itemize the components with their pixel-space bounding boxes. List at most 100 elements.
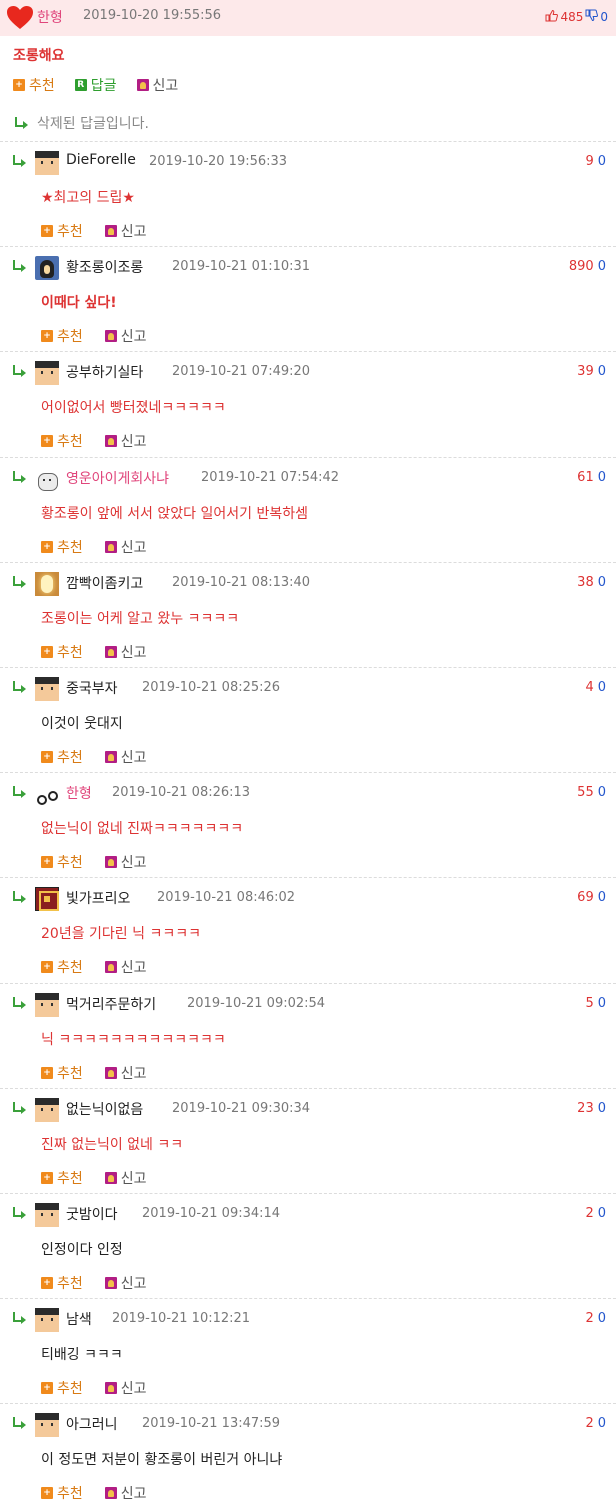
recommend-button[interactable]: + 추천	[41, 1483, 83, 1503]
comment-nickname[interactable]: 공부하기실타	[66, 362, 143, 382]
comment-score: 39 0	[577, 364, 606, 379]
thumbs-down-icon[interactable]	[585, 9, 599, 25]
comment-text: 황조롱이 앞에 서서 앉았다 일어서기 반복하셈	[41, 505, 308, 522]
comment-nickname[interactable]: 한형	[66, 783, 92, 803]
report-button[interactable]: 신고	[104, 642, 147, 662]
report-button[interactable]: 신고	[104, 1168, 147, 1188]
default-avatar[interactable]	[35, 676, 59, 701]
plus-icon: +	[41, 225, 53, 237]
recommend-button[interactable]: + 추천	[41, 537, 83, 557]
dots-avatar[interactable]	[35, 782, 59, 806]
recommend-label: 추천	[57, 224, 83, 240]
report-button[interactable]: 신고	[136, 75, 178, 95]
report-button[interactable]: 신고	[104, 957, 147, 977]
post-actions: + 추천 R 답글 신고	[13, 75, 198, 95]
comment-nickname[interactable]: 중국부자	[66, 678, 118, 698]
comment-actions: + 추천 신고	[41, 326, 169, 346]
recommend-button[interactable]: + 추천	[41, 1168, 83, 1188]
report-button[interactable]: 신고	[104, 431, 147, 451]
thumbs-up-icon[interactable]	[545, 9, 559, 25]
report-button[interactable]: 신고	[104, 326, 147, 346]
comment-nickname[interactable]: DieForelle	[66, 152, 136, 168]
comment-text: 없는닉이 없네 진짜ㅋㅋㅋㅋㅋㅋㅋ	[41, 821, 244, 838]
recommend-label: 추천	[57, 539, 83, 556]
report-button[interactable]: 신고	[104, 1063, 147, 1083]
default-avatar[interactable]	[35, 361, 59, 386]
post-author[interactable]: 한형	[37, 7, 63, 27]
recommend-button[interactable]: + 추천	[41, 1378, 83, 1398]
plus-icon: +	[41, 856, 53, 869]
report-button[interactable]: 신고	[104, 221, 147, 241]
recommend-button[interactable]: + 추천	[41, 747, 83, 767]
default-avatar[interactable]	[35, 1202, 59, 1227]
recommend-button[interactable]: + 추천	[41, 1063, 83, 1083]
default-avatar[interactable]	[35, 1308, 59, 1333]
report-label: 신고	[120, 434, 147, 451]
report-button[interactable]: 신고	[104, 1273, 147, 1293]
recommend-button[interactable]: + 추천	[41, 852, 83, 872]
light-avatar[interactable]	[35, 571, 59, 596]
comment-text: 닉 ㅋㅋㅋㅋㅋㅋㅋㅋㅋㅋㅋㅋㅋ	[41, 1031, 226, 1048]
plus-icon: +	[41, 1382, 53, 1395]
comment-nickname[interactable]: 먹거리주문하기	[66, 994, 156, 1014]
comment-item: 깜빡이좀키고 2019-10-21 08:13:40 38 0 조롱이는 어케 알…	[0, 561, 616, 667]
default-avatar[interactable]	[35, 1097, 59, 1122]
comment-score: 23 0	[577, 1101, 606, 1116]
comment-item: 남색 2019-10-21 10:12:21 20 티배깅 ㅋㅋㅋ + 추천 신…	[0, 1298, 616, 1403]
comment-text: 20년을 기다린 닉 ㅋㅋㅋㅋ	[41, 926, 201, 943]
comment-up-count: 2	[585, 1416, 594, 1432]
siren-icon	[104, 540, 117, 553]
recommend-button[interactable]: + 추천	[41, 1273, 83, 1293]
comment-nickname[interactable]: 깜빡이좀키고	[66, 573, 143, 593]
recommend-button[interactable]: + 추천	[41, 221, 83, 241]
comment-item: 빛가프리오 2019-10-21 08:46:02 69 0 20년을 기다린 닉…	[0, 877, 616, 982]
report-label: 신고	[120, 1065, 147, 1082]
reply-button[interactable]: R 답글	[74, 75, 117, 95]
recommend-label: 추천	[57, 434, 83, 451]
default-avatar[interactable]	[35, 992, 59, 1017]
recommend-label: 추천	[57, 1170, 83, 1187]
comment-nickname[interactable]: 없는닉이없음	[66, 1099, 143, 1119]
comment-list: DieForelle 2019-10-20 19:56:33 90 ★최고의 드…	[0, 141, 616, 1508]
comment-nickname[interactable]: 굿밤이다	[66, 1204, 118, 1224]
plus-icon: +	[41, 961, 53, 974]
recommend-button[interactable]: + 추천	[41, 326, 83, 346]
cat-avatar[interactable]	[35, 466, 59, 491]
comment-nickname[interactable]: 빛가프리오	[66, 888, 130, 908]
comment-nickname[interactable]: 남색	[66, 1309, 92, 1329]
comment-nickname[interactable]: 아그러니	[66, 1414, 118, 1434]
comment-actions: + 추천 신고	[41, 957, 169, 977]
default-avatar[interactable]	[35, 151, 59, 175]
report-label: 신고	[120, 1381, 147, 1398]
recommend-button[interactable]: + 추천	[13, 75, 55, 95]
comment-down-count: 0	[597, 154, 606, 169]
recommend-button[interactable]: + 추천	[41, 957, 83, 977]
comment-score: 50	[585, 996, 606, 1011]
comment-up-count: 5	[585, 995, 594, 1011]
report-button[interactable]: 신고	[104, 1483, 147, 1503]
comment-nickname[interactable]: 황조롱이조롱	[66, 257, 143, 277]
siren-icon	[136, 79, 149, 91]
recommend-label: 추천	[57, 855, 83, 872]
comment-text: 진짜 없는닉이 없네 ㅋㅋ	[41, 1136, 184, 1153]
default-avatar[interactable]	[35, 1413, 59, 1438]
report-button[interactable]: 신고	[104, 852, 147, 872]
report-button[interactable]: 신고	[104, 1378, 147, 1398]
comment-score: 20	[585, 1311, 606, 1326]
report-label: 신고	[120, 224, 147, 240]
comment-date: 2019-10-20 19:56:33	[149, 154, 288, 169]
comment-score: 38 0	[577, 575, 606, 590]
siren-icon	[104, 1276, 117, 1289]
recommend-button[interactable]: + 추천	[41, 642, 83, 662]
siren-icon	[104, 1066, 117, 1079]
report-label: 신고	[120, 855, 147, 872]
badge-avatar[interactable]	[35, 887, 59, 912]
comment-text: 어이없어서 빵터졌네ㅋㅋㅋㅋㅋ	[41, 400, 226, 417]
comment-down-count: 0	[597, 995, 606, 1011]
recommend-button[interactable]: + 추천	[41, 431, 83, 451]
report-button[interactable]: 신고	[104, 537, 147, 557]
recommend-label: 추천	[57, 960, 83, 977]
comment-nickname[interactable]: 영운아이게회사냐	[66, 468, 169, 488]
penguin-avatar[interactable]	[35, 256, 59, 281]
report-button[interactable]: 신고	[104, 747, 147, 767]
